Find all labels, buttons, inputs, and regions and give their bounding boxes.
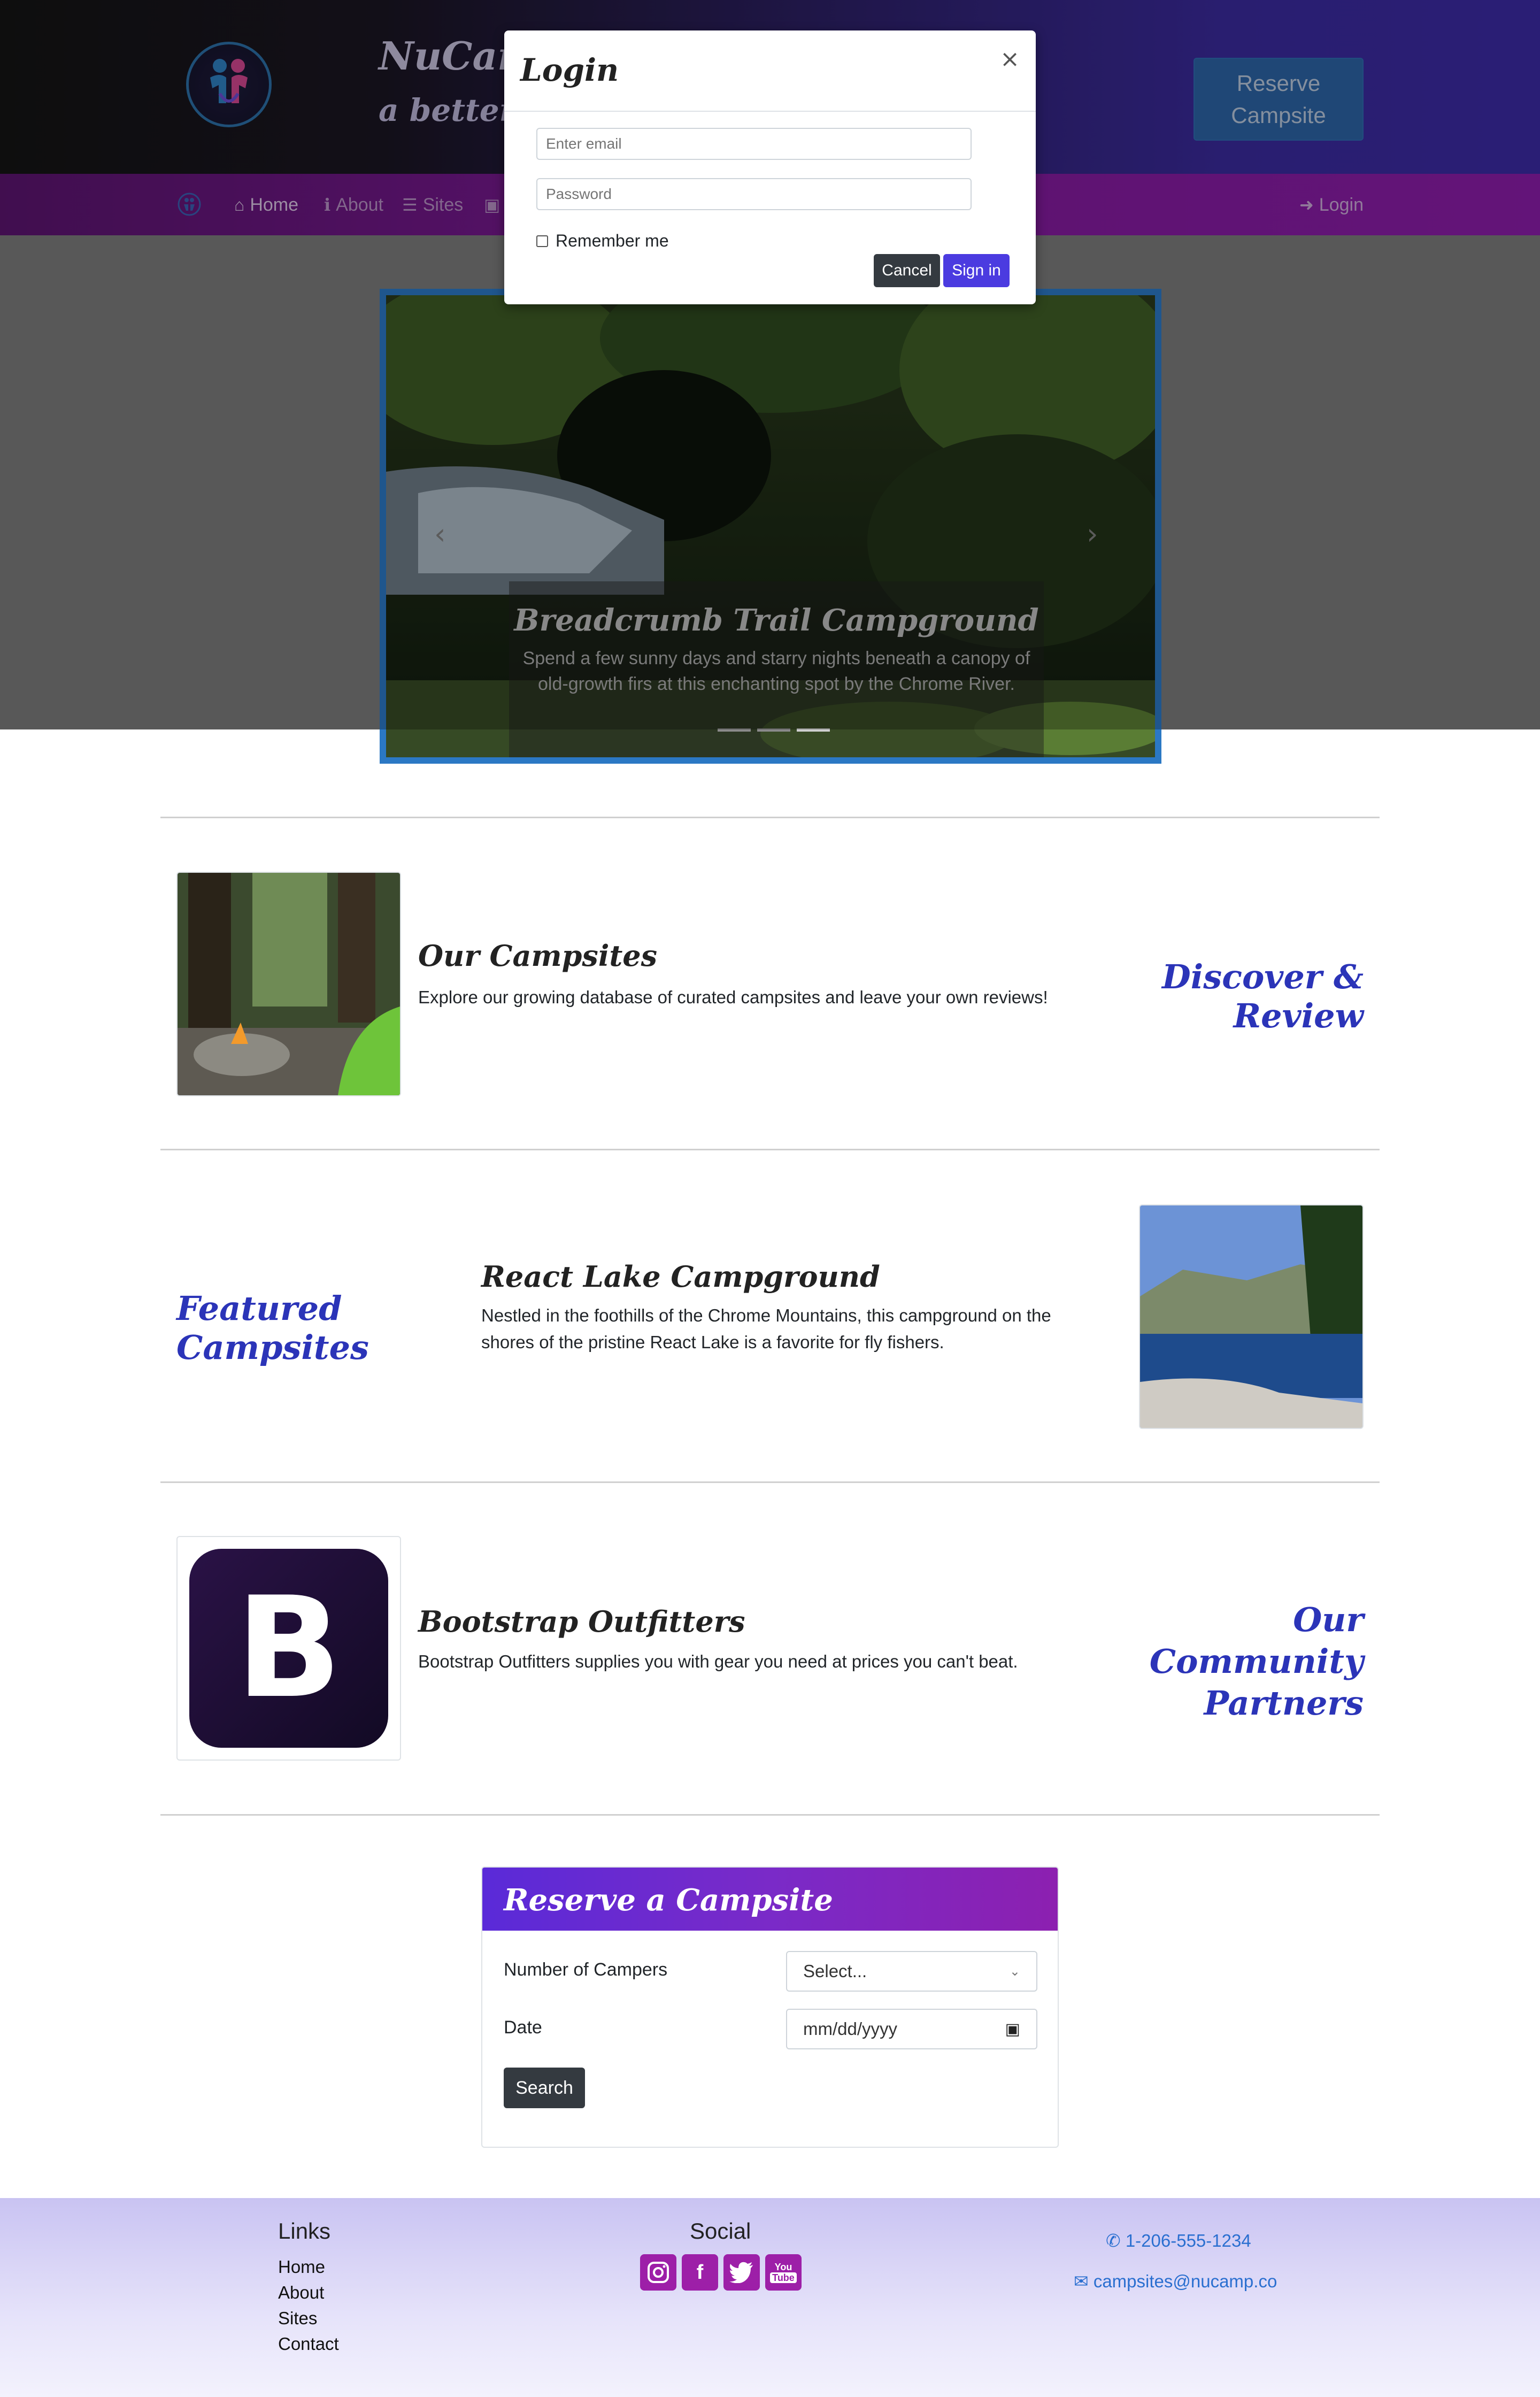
nucamp-logo (186, 42, 272, 127)
date-label: Date (504, 2017, 542, 2038)
phone-icon: ✆ (1106, 2231, 1121, 2250)
sign-in-icon: ➜ (1299, 195, 1314, 214)
bootstrap-logo-letter: B (235, 1568, 342, 1729)
modal-title: Login (520, 52, 619, 88)
divider (160, 1814, 1380, 1816)
footer (0, 2198, 1540, 2397)
carousel-caption-text: Spend a few sunny days and starry nights… (522, 648, 1030, 694)
row-title: React Lake Campground (481, 1259, 880, 1294)
youtube-icon[interactable]: You Tube (765, 2254, 802, 2291)
social-icons: f You Tube (640, 2254, 802, 2291)
info-icon: ℹ (324, 195, 331, 214)
row-text: Nestled in the foothills of the Chrome M… (481, 1305, 1051, 1352)
nav-label: Home (250, 194, 299, 215)
row-title: Bootstrap Outfitters (418, 1604, 745, 1639)
facebook-icon[interactable]: f (682, 2254, 718, 2291)
row-label: Featured Campsites (176, 1289, 369, 1367)
row-title: Our Campsites (418, 939, 658, 973)
calendar-icon[interactable]: ▣ (1005, 2020, 1020, 2039)
row-text: Bootstrap Outfitters supplies you with g… (418, 1651, 1018, 1671)
carousel-prev-icon[interactable]: ‹ (434, 517, 446, 551)
divider (160, 1149, 1380, 1150)
password-field[interactable] (536, 178, 972, 210)
remember-label: Remember me (556, 231, 669, 250)
nav-login[interactable]: ➜ Login (1299, 191, 1364, 218)
react-lake-image (1139, 1204, 1364, 1429)
footer-link-sites[interactable]: Sites (278, 2308, 317, 2329)
chevron-down-icon: ⌄ (1009, 1964, 1020, 1979)
date-input-value: mm/dd/yyyy (803, 2019, 898, 2039)
reserve-card: Reserve a Campsite Number of Campers Sel… (481, 1866, 1059, 2148)
cancel-button[interactable]: Cancel (874, 254, 940, 287)
envelope-icon: ✉ (1074, 2271, 1089, 2291)
bootstrap-logo: B (176, 1536, 401, 1761)
address-card-icon: ▣ (484, 195, 500, 214)
carousel-indicators (718, 728, 830, 732)
nav-item-about[interactable]: ℹ About (324, 191, 383, 218)
nav-item-contact[interactable]: ▣ (484, 191, 505, 218)
carousel: Breadcrumb Trail Campground Spend a few … (380, 289, 1161, 764)
close-icon[interactable]: × (1000, 48, 1020, 71)
list-icon: ☰ (402, 195, 418, 214)
sign-in-button[interactable]: Sign in (943, 254, 1010, 287)
row-label: Discover & Review (1161, 957, 1364, 1035)
nav-item-home[interactable]: ⌂ Home (234, 191, 298, 218)
campers-select[interactable]: Select... ⌄ (786, 1951, 1037, 1992)
campers-select-value: Select... (803, 1961, 867, 1981)
login-modal: Login × Remember me Cancel Sign in (504, 30, 1036, 304)
reserve-card-title: Reserve a Campsite (504, 1883, 833, 1918)
twitter-icon[interactable] (723, 2254, 760, 2291)
date-input[interactable]: mm/dd/yyyy ▣ (786, 2009, 1037, 2049)
remember-checkbox[interactable] (536, 235, 548, 247)
remember-me[interactable]: Remember me (536, 231, 669, 251)
carousel-next-icon[interactable]: › (1087, 517, 1098, 551)
divider (160, 1481, 1380, 1483)
navbar-logo-icon[interactable] (178, 193, 201, 216)
modal-divider (504, 111, 1036, 112)
carousel-caption-title: Breadcrumb Trail Campground (514, 603, 1039, 638)
footer-links-heading: Links (278, 2218, 331, 2244)
campsites-image (176, 872, 401, 1096)
footer-link-home[interactable]: Home (278, 2257, 325, 2277)
search-button[interactable]: Search (504, 2068, 585, 2108)
reserve-card-header: Reserve a Campsite (482, 1868, 1058, 1931)
footer-email-text: campsites@nucamp.co (1093, 2271, 1277, 2291)
footer-phone[interactable]: ✆ 1-206-555-1234 (1106, 2230, 1251, 2251)
footer-email[interactable]: ✉ campsites@nucamp.co (1074, 2271, 1277, 2292)
row-text: Explore our growing database of curated … (418, 987, 1048, 1007)
carousel-indicator[interactable] (718, 728, 751, 732)
divider (160, 817, 1380, 818)
footer-link-contact[interactable]: Contact (278, 2334, 339, 2354)
footer-phone-text: 1-206-555-1234 (1125, 2231, 1251, 2250)
instagram-icon[interactable] (640, 2254, 676, 2291)
email-field[interactable] (536, 128, 972, 160)
row-label: Our Community Partners (1149, 1600, 1364, 1723)
nav-item-sites[interactable]: ☰ Sites (402, 191, 463, 218)
campers-label: Number of Campers (504, 1960, 668, 1980)
nav-label: About (336, 194, 384, 215)
carousel-indicator[interactable] (757, 728, 790, 732)
nav-label: Sites (422, 194, 464, 215)
footer-social-heading: Social (690, 2218, 751, 2244)
footer-link-about[interactable]: About (278, 2283, 324, 2303)
home-icon: ⌂ (234, 195, 245, 214)
reserve-campsite-button[interactable]: Reserve Campsite (1194, 58, 1364, 141)
carousel-indicator-active[interactable] (797, 728, 830, 732)
nav-login-label: Login (1319, 194, 1364, 215)
